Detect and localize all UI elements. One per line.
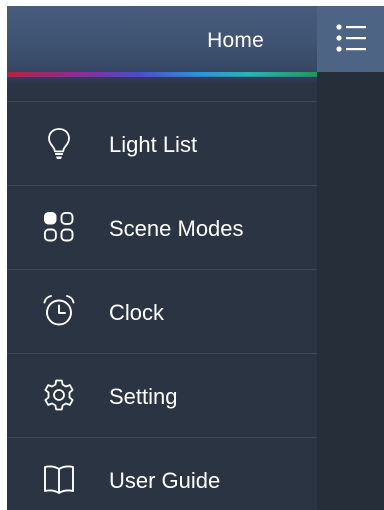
- content-edge: [317, 72, 384, 510]
- header-divider-glow: [7, 76, 317, 84]
- menu-item-setting[interactable]: Setting: [7, 353, 317, 437]
- app-frame: Home Light List Scene Modes Clock Settin…: [7, 6, 384, 510]
- menu-item-light-list[interactable]: Light List: [7, 101, 317, 185]
- menu-item-scene-modes[interactable]: Scene Modes: [7, 185, 317, 269]
- menu-item-label: Scene Modes: [109, 216, 244, 241]
- menu-item-label: Clock: [109, 300, 165, 325]
- bulb-icon: [48, 128, 70, 159]
- page-title: Home: [207, 29, 264, 52]
- gear-icon: [44, 379, 74, 411]
- side-menu: Light List Scene Modes Clock Setting Use…: [7, 101, 317, 510]
- menu-toggle-button[interactable]: [317, 6, 384, 72]
- menu-item-label: Light List: [109, 132, 198, 157]
- menu-item-clock[interactable]: Clock: [7, 269, 317, 353]
- grid-icon: [43, 211, 74, 242]
- alarm-clock-icon: [43, 295, 75, 326]
- book-icon: [44, 465, 74, 494]
- menu-item-label: Setting: [109, 384, 178, 409]
- list-menu-icon: [336, 24, 366, 52]
- menu-item-user-guide[interactable]: User Guide: [7, 437, 317, 510]
- menu-item-label: User Guide: [109, 468, 221, 493]
- header-bar: Home: [7, 6, 384, 72]
